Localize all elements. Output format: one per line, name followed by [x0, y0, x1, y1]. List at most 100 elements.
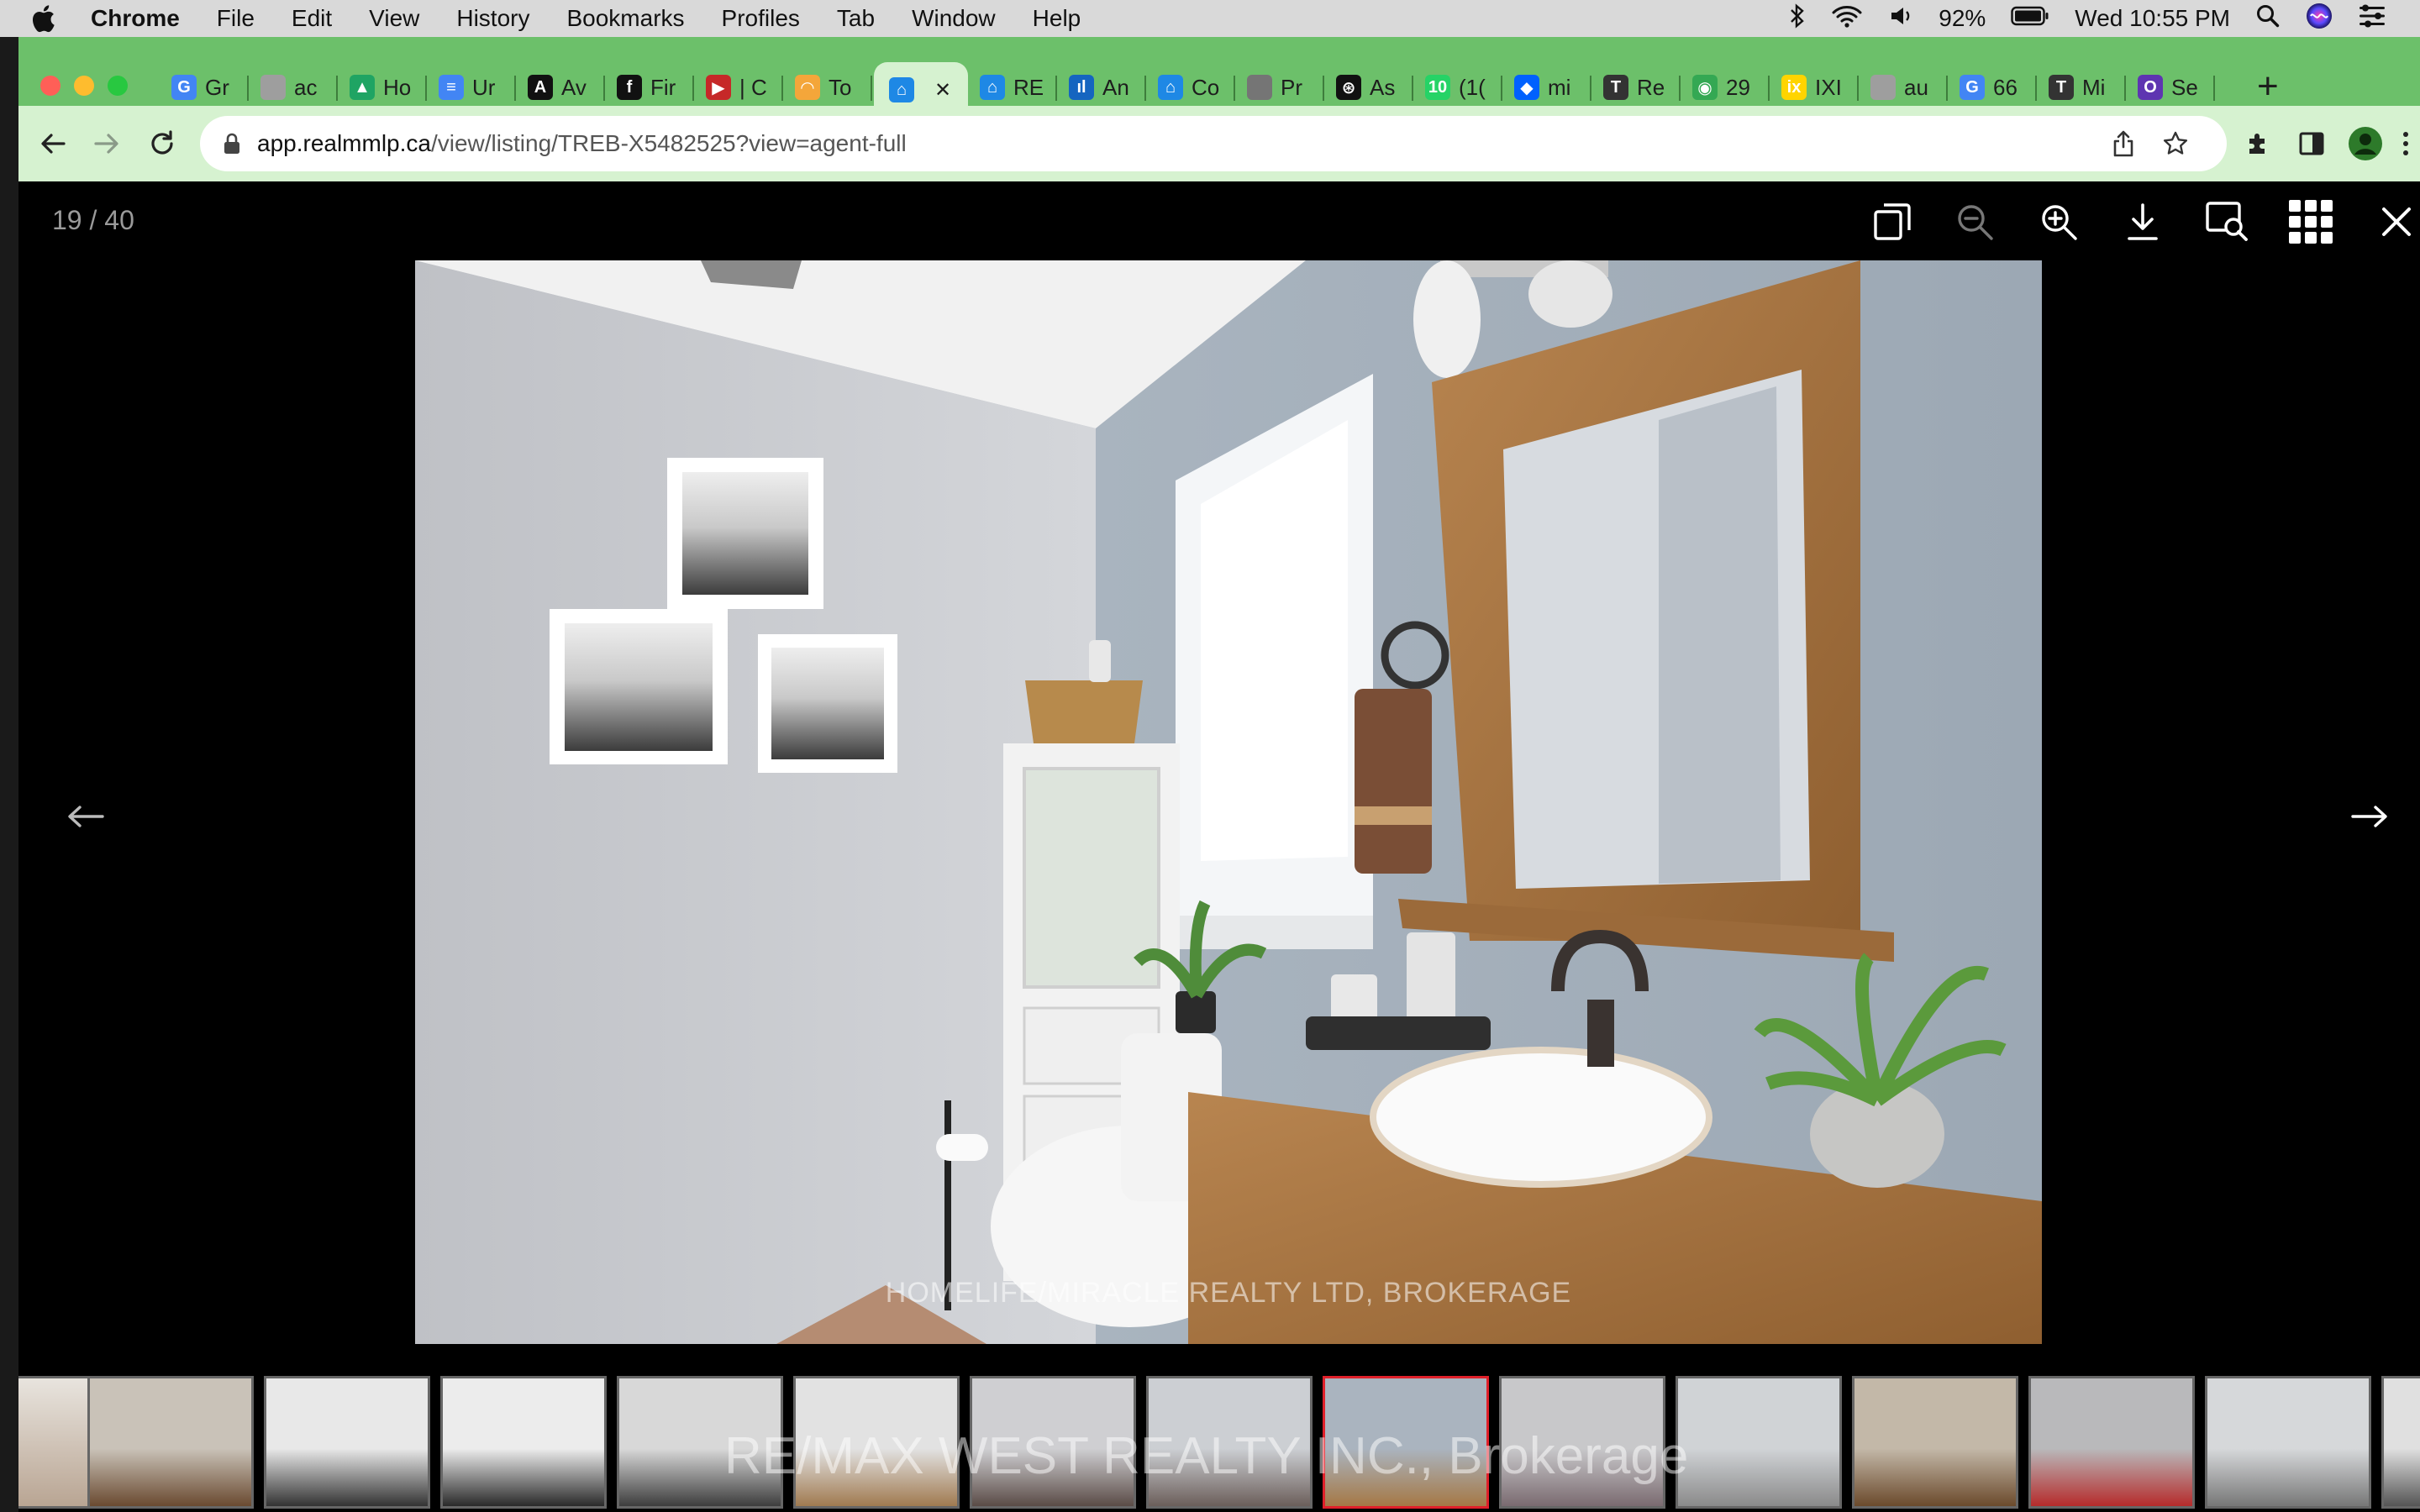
- grid-view-icon[interactable]: [2287, 198, 2334, 245]
- menu-view[interactable]: View: [369, 5, 419, 32]
- browser-tab[interactable]: Pr: [1237, 62, 1324, 113]
- close-viewer-icon[interactable]: [2373, 198, 2420, 245]
- menu-tab[interactable]: Tab: [837, 5, 875, 32]
- chrome-menu-icon[interactable]: [2393, 124, 2418, 163]
- zoom-in-icon[interactable]: [2035, 198, 2082, 245]
- browser-tab[interactable]: f Fir: [607, 62, 694, 113]
- download-icon[interactable]: [2119, 198, 2166, 245]
- menu-help[interactable]: Help: [1033, 5, 1081, 32]
- browser-tab[interactable]: A Av: [518, 62, 605, 113]
- wifi-icon[interactable]: [1831, 3, 1863, 34]
- battery-percent: 92%: [1939, 5, 1986, 31]
- tab-favicon-icon: ◆: [1514, 75, 1539, 100]
- tab-favicon-icon: [260, 75, 286, 100]
- tab-separator: [1055, 76, 1057, 101]
- back-button[interactable]: [34, 124, 72, 163]
- previous-photo-arrow-icon[interactable]: [62, 793, 109, 840]
- tab-favicon-icon: ⌂: [1158, 75, 1183, 100]
- address-bar[interactable]: app.realmmlp.ca/view/listing/TREB-X54825…: [200, 116, 2227, 171]
- browser-tab[interactable]: ıl An: [1059, 62, 1146, 113]
- tab-separator: [2213, 76, 2215, 101]
- minimize-window-button[interactable]: [74, 76, 94, 96]
- tab-favicon-icon: ▲: [350, 75, 375, 100]
- forward-button[interactable]: [87, 124, 126, 163]
- browser-window-frame: G Gr ac ▲ Ho ≡ Ur A Av f Fir ▶ | C ◠ To ⌂ ✕ ⌂ RE ıl An ⌂ Co Pr ⊛…: [18, 37, 2420, 181]
- browser-tab[interactable]: ◠ To: [785, 62, 872, 113]
- thumbnail-kitchen-island[interactable]: [264, 1376, 430, 1509]
- browser-tab[interactable]: ⊛ As: [1326, 62, 1413, 113]
- new-tab-button[interactable]: +: [2257, 66, 2279, 108]
- tab-favicon-icon: G: [171, 75, 197, 100]
- menu-edit[interactable]: Edit: [292, 5, 332, 32]
- browser-tab[interactable]: ▲ Ho: [339, 62, 427, 113]
- tab-title: au: [1904, 74, 1928, 100]
- apple-icon[interactable]: [30, 4, 62, 33]
- menu-bookmarks[interactable]: Bookmarks: [566, 5, 684, 32]
- menu-profiles[interactable]: Profiles: [722, 5, 800, 32]
- maximize-window-button[interactable]: [108, 76, 128, 96]
- browser-tab[interactable]: ac: [250, 62, 338, 113]
- browser-tab[interactable]: G Gr: [161, 62, 249, 113]
- browser-tab[interactable]: ⌂ Co: [1148, 62, 1235, 113]
- fullscreen-icon[interactable]: [1869, 198, 1916, 245]
- browser-tab[interactable]: T Re: [1593, 62, 1681, 113]
- browser-tab[interactable]: ◆ mi: [1504, 62, 1591, 113]
- close-window-button[interactable]: [40, 76, 60, 96]
- tab-strip: G Gr ac ▲ Ho ≡ Ur A Av f Fir ▶ | C ◠ To ⌂ ✕ ⌂ RE ıl An ⌂ Co Pr ⊛…: [18, 49, 2420, 118]
- lock-icon[interactable]: [224, 133, 240, 155]
- bookmark-star-icon[interactable]: [2160, 128, 2191, 160]
- menu-file[interactable]: File: [217, 5, 255, 32]
- spotlight-search-icon[interactable]: [2255, 3, 2281, 34]
- thumbnail-kitchen-wide[interactable]: [440, 1376, 607, 1509]
- share-icon[interactable]: [2107, 128, 2139, 160]
- tab-title: mi: [1548, 74, 1571, 100]
- next-photo-arrow-icon[interactable]: [2346, 793, 2393, 840]
- battery-icon[interactable]: [2011, 5, 2049, 32]
- tab-separator: [247, 76, 249, 101]
- browser-tab[interactable]: au: [1860, 62, 1948, 113]
- bluetooth-icon[interactable]: [1789, 3, 1806, 34]
- tab-title: Av: [561, 74, 587, 100]
- browser-tab[interactable]: ⌂ RE: [970, 62, 1057, 113]
- macos-menubar: Chrome File Edit View History Bookmarks …: [0, 0, 2420, 37]
- thumbnail-partial[interactable]: [18, 1376, 92, 1509]
- profile-avatar[interactable]: [2346, 124, 2385, 163]
- main-listing-photo[interactable]: HOMELIFE/MIRACLE REALTY LTD, BROKERAGE: [415, 260, 2042, 1344]
- zoom-out-icon[interactable]: [1951, 198, 1998, 245]
- menu-history[interactable]: History: [456, 5, 529, 32]
- browser-tab[interactable]: ◉ 29: [1682, 62, 1770, 113]
- browser-tab[interactable]: O Se: [2128, 62, 2215, 113]
- browser-tab[interactable]: ▶ | C: [696, 62, 783, 113]
- tab-favicon-icon: ≡: [439, 75, 464, 100]
- extensions-puzzle-icon[interactable]: [2238, 124, 2277, 163]
- browser-tab[interactable]: 10 (1(: [1415, 62, 1502, 113]
- tab-favicon-icon: ▶: [706, 75, 731, 100]
- tab-favicon-icon: ⊛: [1336, 75, 1361, 100]
- tab-title: An: [1102, 74, 1129, 100]
- menubar-clock[interactable]: Wed 10:55 PM: [2075, 5, 2230, 32]
- menu-window[interactable]: Window: [912, 5, 996, 32]
- browser-tab[interactable]: T Mi: [2039, 62, 2126, 113]
- tab-close-icon[interactable]: ✕: [934, 78, 951, 102]
- tab-favicon-icon: T: [2049, 75, 2074, 100]
- browser-tab[interactable]: ≡ Ur: [429, 62, 516, 113]
- thumbnail-dining[interactable]: [87, 1376, 254, 1509]
- side-panel-icon[interactable]: [2292, 124, 2331, 163]
- browser-tab[interactable]: G 66: [1949, 62, 2037, 113]
- browser-toolbar: app.realmmlp.ca/view/listing/TREB-X54825…: [18, 106, 2420, 181]
- tab-title: To: [829, 74, 852, 100]
- slideshow-search-icon[interactable]: [2203, 198, 2250, 245]
- tab-title: 29: [1726, 74, 1750, 100]
- control-center-icon[interactable]: [2358, 3, 2386, 34]
- browser-tab[interactable]: ix IXI: [1771, 62, 1859, 113]
- tab-favicon-icon: G: [1960, 75, 1985, 100]
- tab-title: Re: [1637, 74, 1665, 100]
- url-text[interactable]: app.realmmlp.ca/view/listing/TREB-X54825…: [257, 130, 907, 157]
- volume-icon[interactable]: [1888, 3, 1913, 34]
- tab-title: Fir: [650, 74, 676, 100]
- tab-favicon-icon: ix: [1781, 75, 1807, 100]
- siri-icon[interactable]: [2306, 3, 2333, 35]
- reload-button[interactable]: [143, 124, 182, 163]
- menu-app-name[interactable]: Chrome: [91, 5, 180, 32]
- tab-title: IXI: [1815, 74, 1842, 100]
